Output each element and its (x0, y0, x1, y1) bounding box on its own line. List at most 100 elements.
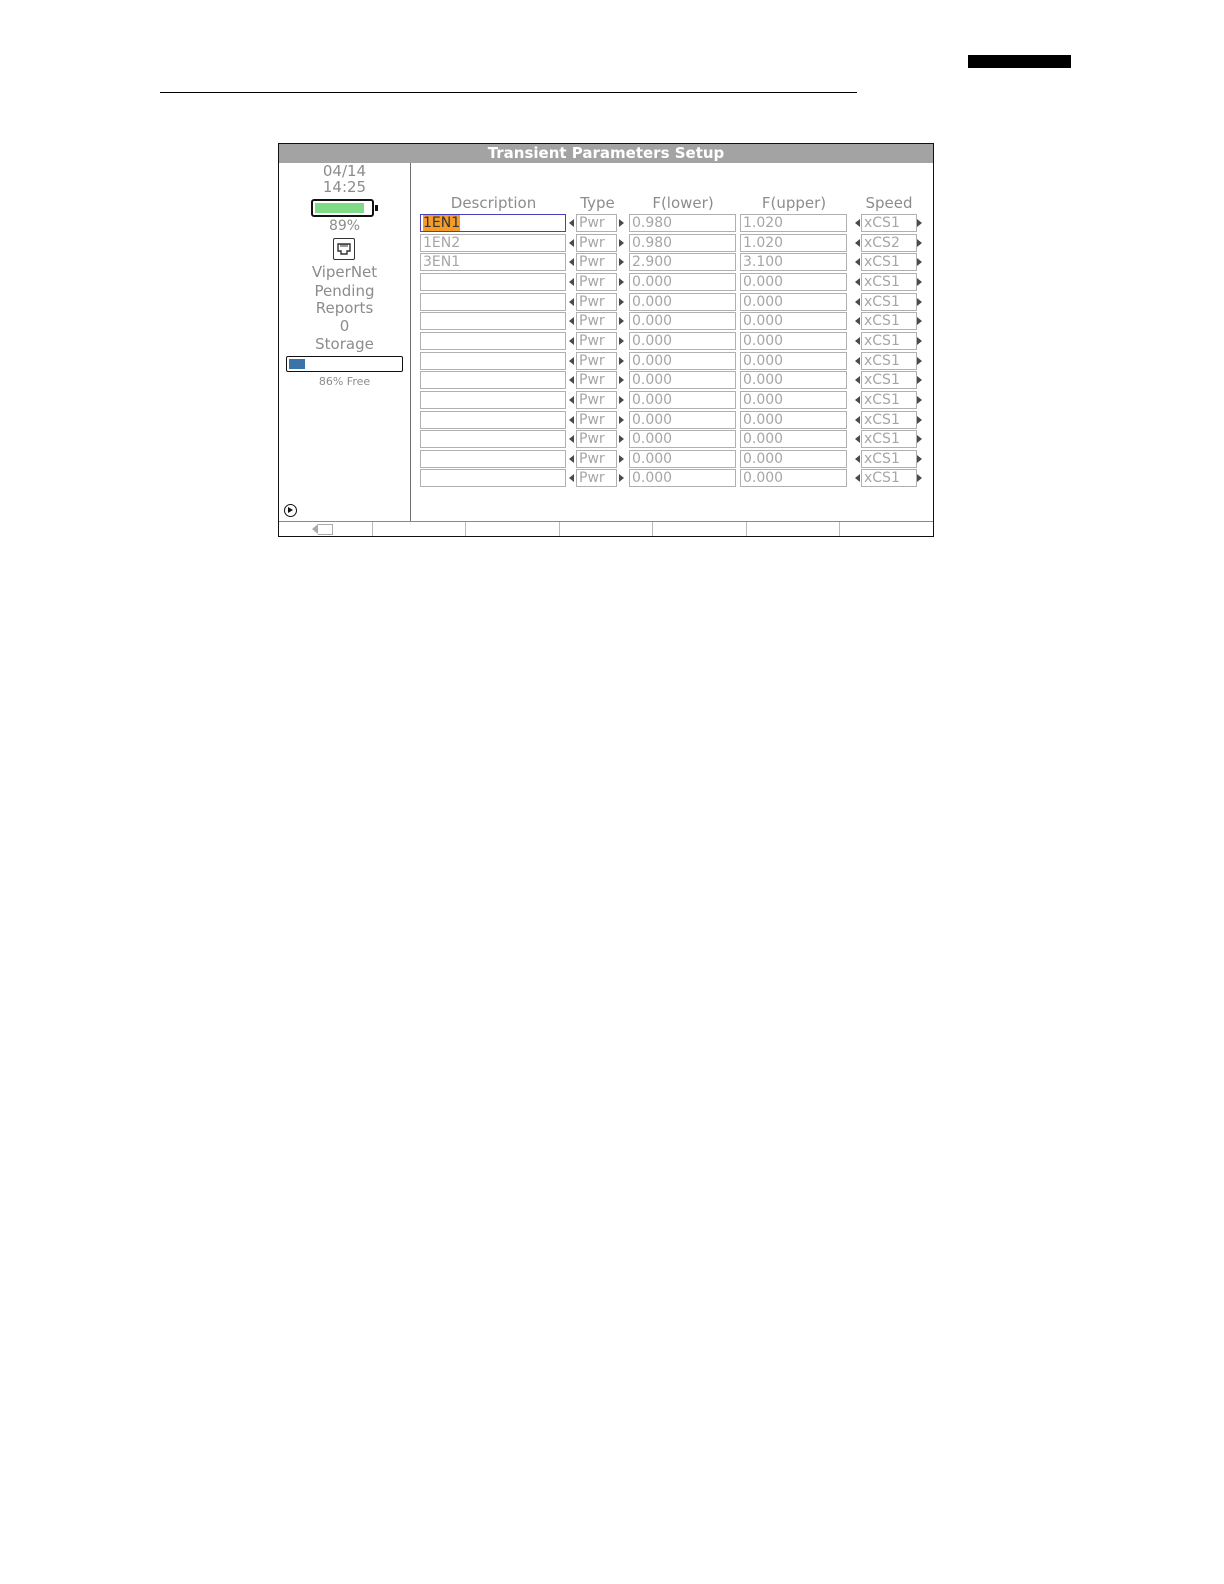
type-prev-arrow-icon[interactable] (569, 454, 574, 463)
speed-prev-arrow-icon[interactable] (855, 277, 860, 286)
speed-selector[interactable]: xCS1 (861, 469, 917, 488)
type-prev-arrow-icon[interactable] (569, 219, 574, 227)
type-selector[interactable]: Pwr (576, 272, 617, 291)
speed-next-arrow-icon[interactable] (917, 415, 922, 424)
softkey-6[interactable] (747, 522, 840, 536)
f-lower-field[interactable]: 0.000 (629, 292, 736, 311)
type-selector[interactable]: Pwr (576, 390, 617, 409)
speed-next-arrow-icon[interactable] (917, 297, 922, 306)
type-prev-arrow-icon[interactable] (569, 356, 574, 365)
f-upper-field[interactable]: 0.000 (740, 390, 847, 409)
type-prev-arrow-icon[interactable] (569, 474, 574, 483)
speed-selector[interactable]: xCS1 (861, 253, 917, 272)
type-prev-arrow-icon[interactable] (569, 435, 574, 444)
speed-next-arrow-icon[interactable] (917, 454, 922, 463)
type-selector[interactable]: Pwr (576, 469, 617, 488)
speed-selector[interactable]: xCS1 (861, 312, 917, 331)
f-lower-field[interactable]: 0.000 (629, 331, 736, 350)
type-next-arrow-icon[interactable] (619, 356, 624, 365)
type-prev-arrow-icon[interactable] (569, 297, 574, 306)
type-next-arrow-icon[interactable] (619, 454, 624, 463)
speed-prev-arrow-icon[interactable] (855, 474, 860, 483)
f-lower-field[interactable]: 0.980 (629, 214, 736, 232)
type-prev-arrow-icon[interactable] (569, 277, 574, 286)
type-next-arrow-icon[interactable] (619, 219, 624, 227)
type-selector[interactable]: Pwr (576, 292, 617, 311)
softkey-3[interactable] (466, 522, 560, 536)
softkey-backspace[interactable] (279, 522, 373, 536)
f-lower-field[interactable]: 0.000 (629, 351, 736, 370)
type-next-arrow-icon[interactable] (619, 376, 624, 385)
type-prev-arrow-icon[interactable] (569, 258, 574, 267)
type-next-arrow-icon[interactable] (619, 395, 624, 404)
type-next-arrow-icon[interactable] (619, 258, 624, 267)
f-lower-field[interactable]: 0.000 (629, 410, 736, 429)
type-prev-arrow-icon[interactable] (569, 376, 574, 385)
f-upper-field[interactable]: 0.000 (740, 351, 847, 370)
speed-selector[interactable]: xCS1 (861, 410, 917, 429)
speed-prev-arrow-icon[interactable] (855, 356, 860, 365)
speed-next-arrow-icon[interactable] (917, 356, 922, 365)
type-selector[interactable]: Pwr (576, 214, 617, 232)
f-upper-field[interactable]: 0.000 (740, 331, 847, 350)
f-lower-field[interactable]: 2.900 (629, 253, 736, 272)
type-prev-arrow-icon[interactable] (569, 395, 574, 404)
speed-next-arrow-icon[interactable] (917, 435, 922, 444)
speed-next-arrow-icon[interactable] (917, 376, 922, 385)
description-field[interactable] (420, 312, 566, 331)
f-upper-field[interactable]: 0.000 (740, 272, 847, 291)
f-upper-field[interactable]: 0.000 (740, 449, 847, 468)
f-lower-field[interactable]: 0.000 (629, 272, 736, 291)
f-upper-field[interactable]: 0.000 (740, 371, 847, 390)
speed-prev-arrow-icon[interactable] (855, 336, 860, 345)
type-selector[interactable]: Pwr (576, 371, 617, 390)
softkey-7[interactable] (840, 522, 933, 536)
description-field[interactable] (420, 430, 566, 449)
speed-prev-arrow-icon[interactable] (855, 317, 860, 326)
description-field[interactable] (420, 410, 566, 429)
speed-prev-arrow-icon[interactable] (855, 258, 860, 267)
speed-next-arrow-icon[interactable] (917, 258, 922, 267)
play-circle-icon[interactable] (284, 504, 297, 517)
type-selector[interactable]: Pwr (576, 312, 617, 331)
speed-next-arrow-icon[interactable] (917, 474, 922, 483)
type-selector[interactable]: Pwr (576, 331, 617, 350)
description-field[interactable] (420, 371, 566, 390)
speed-selector[interactable]: xCS1 (861, 449, 917, 468)
f-lower-field[interactable]: 0.000 (629, 430, 736, 449)
type-next-arrow-icon[interactable] (619, 415, 624, 424)
type-selector[interactable]: Pwr (576, 351, 617, 370)
description-field[interactable]: 3EN1 (420, 253, 566, 272)
speed-prev-arrow-icon[interactable] (855, 435, 860, 444)
speed-next-arrow-icon[interactable] (917, 317, 922, 326)
speed-selector[interactable]: xCS1 (861, 371, 917, 390)
type-next-arrow-icon[interactable] (619, 474, 624, 483)
f-lower-field[interactable]: 0.000 (629, 469, 736, 488)
f-lower-field[interactable]: 0.000 (629, 312, 736, 331)
speed-prev-arrow-icon[interactable] (855, 297, 860, 306)
speed-selector[interactable]: xCS1 (861, 292, 917, 311)
speed-selector[interactable]: xCS1 (861, 272, 917, 291)
type-next-arrow-icon[interactable] (619, 317, 624, 326)
speed-next-arrow-icon[interactable] (917, 277, 922, 286)
description-field[interactable] (420, 469, 566, 488)
softkey-2[interactable] (373, 522, 466, 536)
speed-next-arrow-icon[interactable] (917, 395, 922, 404)
softkey-4[interactable] (560, 522, 653, 536)
f-upper-field[interactable]: 0.000 (740, 292, 847, 311)
type-selector[interactable]: Pwr (576, 410, 617, 429)
description-field[interactable]: 1EN2 (420, 233, 566, 252)
speed-next-arrow-icon[interactable] (917, 219, 922, 227)
speed-prev-arrow-icon[interactable] (855, 395, 860, 404)
type-next-arrow-icon[interactable] (619, 435, 624, 444)
speed-prev-arrow-icon[interactable] (855, 376, 860, 385)
type-selector[interactable]: Pwr (576, 233, 617, 252)
description-field[interactable] (420, 331, 566, 350)
f-upper-field[interactable]: 0.000 (740, 312, 847, 331)
f-upper-field[interactable]: 3.100 (740, 253, 847, 272)
speed-prev-arrow-icon[interactable] (855, 238, 860, 247)
description-field[interactable] (420, 449, 566, 468)
speed-selector[interactable]: xCS1 (861, 351, 917, 370)
speed-next-arrow-icon[interactable] (917, 238, 922, 247)
description-field[interactable] (420, 292, 566, 311)
